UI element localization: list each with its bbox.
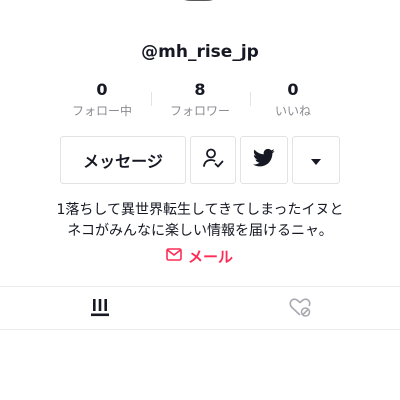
twitter-button[interactable] <box>240 136 288 184</box>
tab-videos[interactable] <box>0 287 200 330</box>
twitter-icon <box>253 148 275 172</box>
followers-count: 8 <box>194 80 206 99</box>
message-button[interactable]: メッセージ <box>60 136 186 184</box>
likes-count: 0 <box>287 80 299 99</box>
tab-indicator <box>0 327 200 329</box>
mail-label: メール <box>188 247 234 266</box>
more-options-button[interactable] <box>292 136 340 184</box>
bio-line-2: ネコがみんなに楽しい情報を届けるニャ。 <box>67 223 333 239</box>
avatar[interactable] <box>146 0 254 30</box>
following-label: フォロー中 <box>71 104 132 118</box>
likes-label: いいね <box>274 104 311 118</box>
profile-bio: 1落ちして異世界転生してきてしまったイヌと ネコがみんなに楽しい情報を届けるニャ… <box>0 200 400 242</box>
tab-liked[interactable] <box>200 287 400 330</box>
liked-heart-icon <box>288 296 312 322</box>
triangle-down-icon <box>310 151 322 170</box>
stat-following[interactable]: 0 フォロー中 <box>52 80 152 120</box>
person-check-icon <box>202 147 224 173</box>
stat-likes[interactable]: 0 いいね <box>243 80 343 120</box>
mail-link[interactable]: メール <box>166 244 233 268</box>
mail-icon <box>166 247 182 265</box>
stat-followers[interactable]: 8 フォロワー <box>150 80 250 120</box>
following-count: 0 <box>96 80 108 99</box>
username: @mh_rise_jp <box>141 42 259 62</box>
bio-line-1: 1落ちして異世界転生してきてしまったイヌと <box>56 202 344 218</box>
following-status-button[interactable] <box>190 136 236 184</box>
followers-label: フォロワー <box>169 104 230 118</box>
profile-tabs <box>0 286 400 330</box>
videos-grid-icon <box>90 297 110 321</box>
profile-stats: 0 フォロー中 8 フォロワー 0 いいね <box>0 80 400 120</box>
